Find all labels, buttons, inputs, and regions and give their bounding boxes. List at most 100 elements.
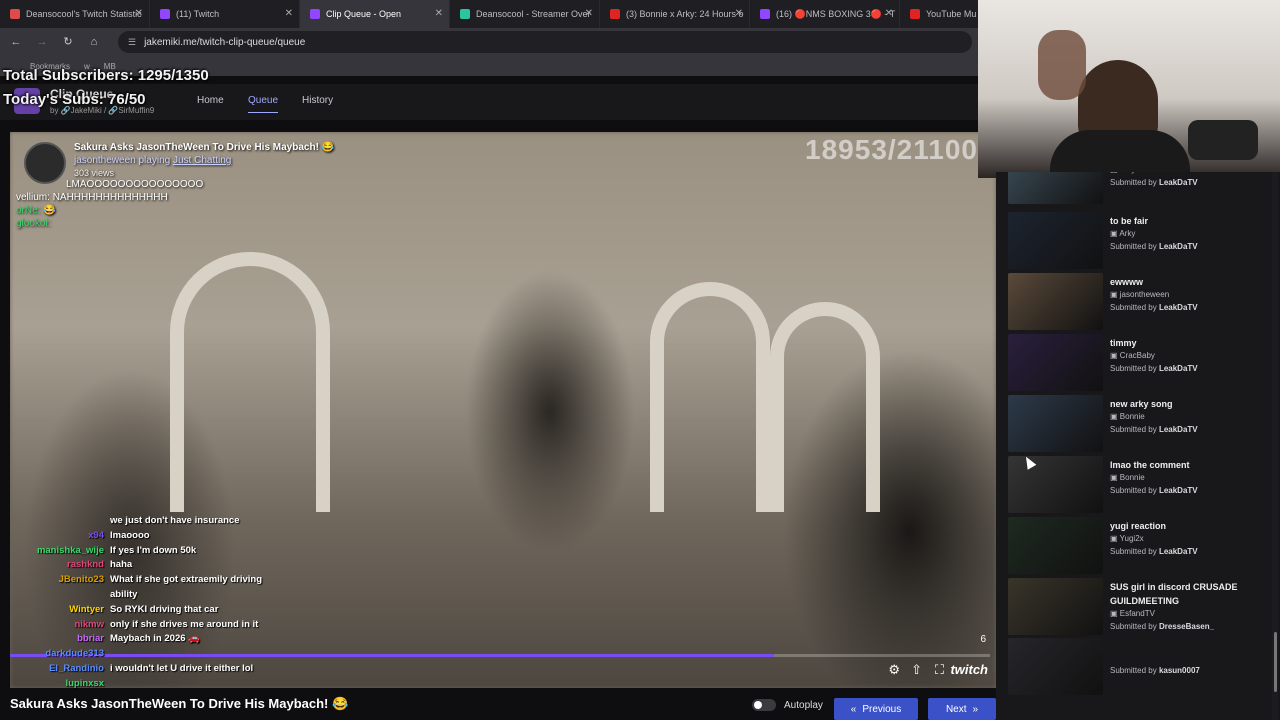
submitter-name: LeakDaTV — [1158, 486, 1198, 495]
queue-item-submitter: Submitted by LeakDaTV — [1110, 547, 1198, 556]
top-chat-line: LMAOOOOOOOOOOOOOOO — [16, 178, 203, 191]
broadcaster-icon: ▣ — [1110, 534, 1120, 543]
submitter-name: LeakDaTV — [1158, 364, 1198, 373]
submitted-by-label: Submitted by — [1110, 303, 1157, 312]
queue-thumbnail[interactable] — [1008, 578, 1103, 635]
url-text: jakemiki.me/twitch-clip-queue/queue — [144, 36, 306, 48]
queue-item[interactable]: to be fair ▣ Arky Submitted by LeakDaTV — [1008, 212, 1268, 270]
tab-close-icon[interactable]: ✕ — [135, 8, 143, 19]
chat-line: x94 lmaoooo — [12, 529, 274, 544]
queue-thumbnail[interactable] — [1008, 212, 1103, 269]
broadcaster-name: Bonnie — [1119, 412, 1145, 421]
chat-username: El_Randinio — [49, 662, 104, 674]
queue-thumbnail[interactable] — [1008, 172, 1103, 204]
site-info-icon[interactable]: ☰ — [128, 37, 136, 48]
chat-message: i wouldn't let U drive it either lol — [110, 662, 254, 674]
queue-item[interactable]: timmy ▣ CracBaby Submitted by LeakDaTV — [1008, 334, 1268, 392]
submitted-by-label: Submitted by — [1110, 622, 1157, 631]
chat-username: bbriar — [77, 633, 104, 645]
nav-queue[interactable]: Queue — [248, 95, 279, 113]
tab-favicon-icon — [760, 9, 770, 19]
queue-thumbnail[interactable] — [1008, 334, 1103, 391]
chat-line: darkdude313 — [12, 647, 274, 662]
queue-thumbnail[interactable] — [1008, 273, 1103, 330]
tab-favicon-icon — [310, 9, 320, 19]
home-icon[interactable]: ⌂ — [86, 34, 102, 50]
chat-username — [12, 514, 104, 529]
address-bar: ← → ↻ ⌂ ☰ jakemiki.me/twitch-clip-queue/… — [0, 28, 980, 56]
chat-line: Wintyer So RYKI driving that car — [12, 603, 274, 618]
arch-shape — [170, 252, 330, 512]
chat-message: only if she drives me around in it — [110, 618, 259, 630]
tab-close-icon[interactable]: ✕ — [585, 8, 593, 19]
tab-close-icon[interactable]: ✕ — [735, 8, 743, 19]
submitter-name: LeakDaTV — [1158, 178, 1198, 187]
browser-tab[interactable]: Clip Queue - Open ✕ — [300, 0, 450, 28]
queue-item[interactable]: lmao the comment ▣ Bonnie Submitted by Lea… — [1008, 456, 1268, 514]
queue-thumbnail[interactable] — [1008, 517, 1103, 574]
tab-close-icon[interactable]: ✕ — [435, 8, 443, 19]
broadcaster-icon: ▣ — [1110, 172, 1119, 174]
queue-item-broadcaster: ▣ Arky — [1110, 172, 1135, 174]
tab-close-icon[interactable]: ✕ — [885, 8, 893, 19]
queue-item-broadcaster: ▣ Bonnie — [1110, 473, 1145, 482]
queue-item[interactable]: SUS girl in discord CRUSADE GUILDMEETING… — [1008, 578, 1268, 636]
reload-icon[interactable]: ↻ — [60, 34, 76, 50]
queue-item[interactable]: yugi reaction ▣ Yugi2x Submitted by LeakDa… — [1008, 517, 1268, 575]
fullscreen-icon[interactable]: ⛶ — [935, 662, 944, 678]
scrollbar-thumb[interactable] — [1274, 632, 1277, 692]
previous-button[interactable]: « Previous — [834, 698, 918, 720]
playing-label: playing — [138, 155, 171, 166]
settings-gear-icon[interactable]: ⚙ — [888, 662, 900, 678]
clip-bottom-title: Sakura Asks JasonTheWeen To Drive His Ma… — [10, 696, 349, 711]
broadcaster-name: Yugi2x — [1119, 534, 1144, 543]
autoplay-toggle[interactable] — [752, 699, 776, 711]
chat-username: JBenito23 — [58, 574, 104, 586]
arch-shape — [650, 282, 770, 512]
forward-icon[interactable]: → — [34, 34, 50, 50]
top-chat-line: glookoi: — [16, 217, 203, 230]
browser-tab[interactable]: (11) Twitch ✕ — [150, 0, 300, 28]
queue-item-broadcaster: ▣ CracBaby — [1110, 351, 1155, 360]
queue-item-submitter: Submitted by LeakDaTV — [1110, 364, 1198, 373]
next-button[interactable]: Next » — [928, 698, 996, 720]
url-field[interactable]: ☰ jakemiki.me/twitch-clip-queue/queue — [118, 31, 972, 53]
chat-line: JBenito23 What if she got extraemily driv… — [12, 573, 274, 603]
top-chat-overlay: LMAOOOOOOOOOOOOOOO vellium: NAHHHHHHHHHHH… — [16, 178, 203, 230]
broadcaster-name: EsfandTV — [1119, 609, 1155, 618]
queue-thumbnail[interactable] — [1008, 638, 1103, 695]
tab-label: Clip Queue - Open — [326, 9, 402, 19]
plush-toy — [1038, 30, 1086, 100]
tab-favicon-icon — [910, 9, 920, 19]
queue-item[interactable]: new arky song ▣ Bonnie Submitted by LeakDa… — [1008, 395, 1268, 453]
clip-views: 303 views — [74, 168, 115, 178]
nav-history[interactable]: History — [302, 95, 333, 106]
queue-item[interactable]: Submitted by kasun0007 — [1008, 638, 1268, 696]
queue-thumbnail[interactable] — [1008, 395, 1103, 452]
queue-thumbnail[interactable] — [1008, 456, 1103, 513]
clip-title[interactable]: Sakura Asks JasonTheWeen To Drive His Ma… — [74, 142, 334, 153]
chat-line: El_Randinio i wouldn't let U drive it eit… — [12, 662, 274, 677]
share-icon[interactable]: ⇧ — [911, 662, 922, 678]
game-link[interactable]: Just Chatting — [173, 155, 231, 166]
broadcaster-icon: ▣ — [1110, 412, 1120, 421]
browser-tab[interactable]: (3) Bonnie x Arky: 24 Hours o ✕ — [600, 0, 750, 28]
browser-tab[interactable]: Deansocool - Streamer Over ✕ — [450, 0, 600, 28]
browser-tab[interactable]: (16) 🔴NMS BOXING 3🔴 - T ✕ — [750, 0, 900, 28]
submitter-name: LeakDaTV — [1158, 242, 1198, 251]
browser-tab[interactable]: Deansocool's Twitch Statistic ✕ — [0, 0, 150, 28]
chat-message: lmaoooo — [110, 529, 150, 541]
autoplay-control: Autoplay — [752, 699, 823, 711]
twitch-logo[interactable]: twitch — [950, 662, 988, 677]
chat-message: 😂 — [43, 205, 56, 216]
back-icon[interactable]: ← — [8, 34, 24, 50]
chat-line: manishka_wije If yes I'm down 50k — [12, 544, 274, 559]
tab-close-icon[interactable]: ✕ — [285, 8, 293, 19]
microphone — [1188, 120, 1258, 160]
broadcaster-link[interactable]: jasontheween — [74, 155, 136, 166]
submitted-by-label: Submitted by — [1110, 425, 1157, 434]
previous-icon: « — [850, 703, 857, 715]
timestamp: 6 — [980, 634, 986, 645]
queue-item-title: to be fair — [1110, 216, 1149, 226]
queue-item[interactable]: ewwww ▣ jasontheween Submitted by LeakDaTV — [1008, 273, 1268, 331]
